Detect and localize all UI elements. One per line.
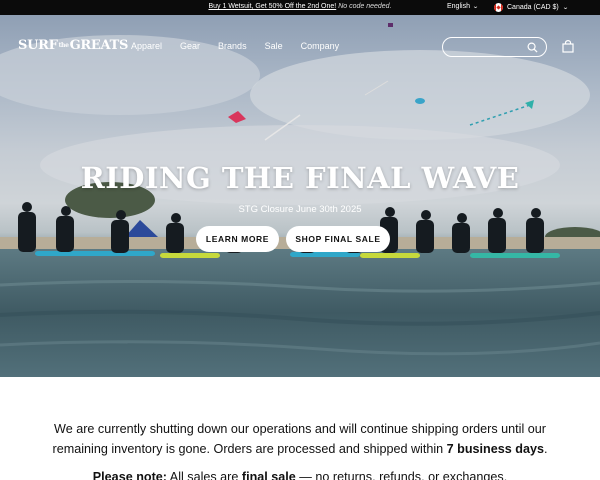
promo-link[interactable]: Buy 1 Wetsuit, Get 50% Off the 2nd One! [208,3,336,10]
hero-title: RIDING THE FINAL WAVE [80,161,520,195]
promo-note: No code needed. [338,3,392,10]
shopping-bag-icon[interactable] [562,40,574,53]
nav-item-gear[interactable]: Gear [180,41,200,51]
hero-photo [0,23,600,377]
nav-item-apparel[interactable]: Apparel [131,41,162,51]
language-selector[interactable]: English ⌄ [447,3,479,10]
chevron-down-icon: ⌄ [561,5,569,11]
nav-item-brands[interactable]: Brands [218,41,247,51]
logo-text-right: GREATS [69,38,129,53]
announcement-bar: Buy 1 Wetsuit, Get 50% Off the 2nd One! … [0,0,600,15]
closure-paragraph: We are currently shutting down our opera… [30,419,570,459]
canada-flag-icon [494,3,503,12]
language-label: English [447,3,470,10]
search-input[interactable] [451,41,526,53]
region-label: Canada (CAD $) [507,4,559,11]
search-icon[interactable] [527,42,538,53]
note-label: Please note: [92,470,167,480]
hero-banner: SURFtheGREATS Apparel Gear Brands Sale C… [0,15,600,377]
nav-item-sale[interactable]: Sale [265,41,283,51]
chevron-down-icon: ⌄ [472,4,479,10]
hero-subtitle: STG Closure June 30th 2025 [238,204,362,215]
learn-more-button[interactable]: LEARN MORE [196,226,279,252]
note-text-2: — no returns, refunds, or exchanges. [295,470,508,480]
note-text-1: All sales are [166,470,242,480]
nav-item-company[interactable]: Company [301,41,340,51]
closure-notice: We are currently shutting down our opera… [0,377,600,480]
search-bar[interactable] [442,37,547,57]
shop-final-sale-button[interactable]: SHOP FINAL SALE [286,226,390,252]
closure-end: . [543,442,548,456]
note-final-sale: final sale [241,470,296,480]
closure-days: 7 business days [446,442,544,456]
main-nav: Apparel Gear Brands Sale Company [131,41,357,51]
region-selector[interactable]: Canada (CAD $) ⌄ [494,3,569,12]
logo-text-left: SURF [18,38,58,53]
sale-note: Please note: All sales are final sale — … [30,470,570,480]
site-logo[interactable]: SURFtheGREATS [18,38,128,53]
logo-text-mid: the [58,42,69,49]
